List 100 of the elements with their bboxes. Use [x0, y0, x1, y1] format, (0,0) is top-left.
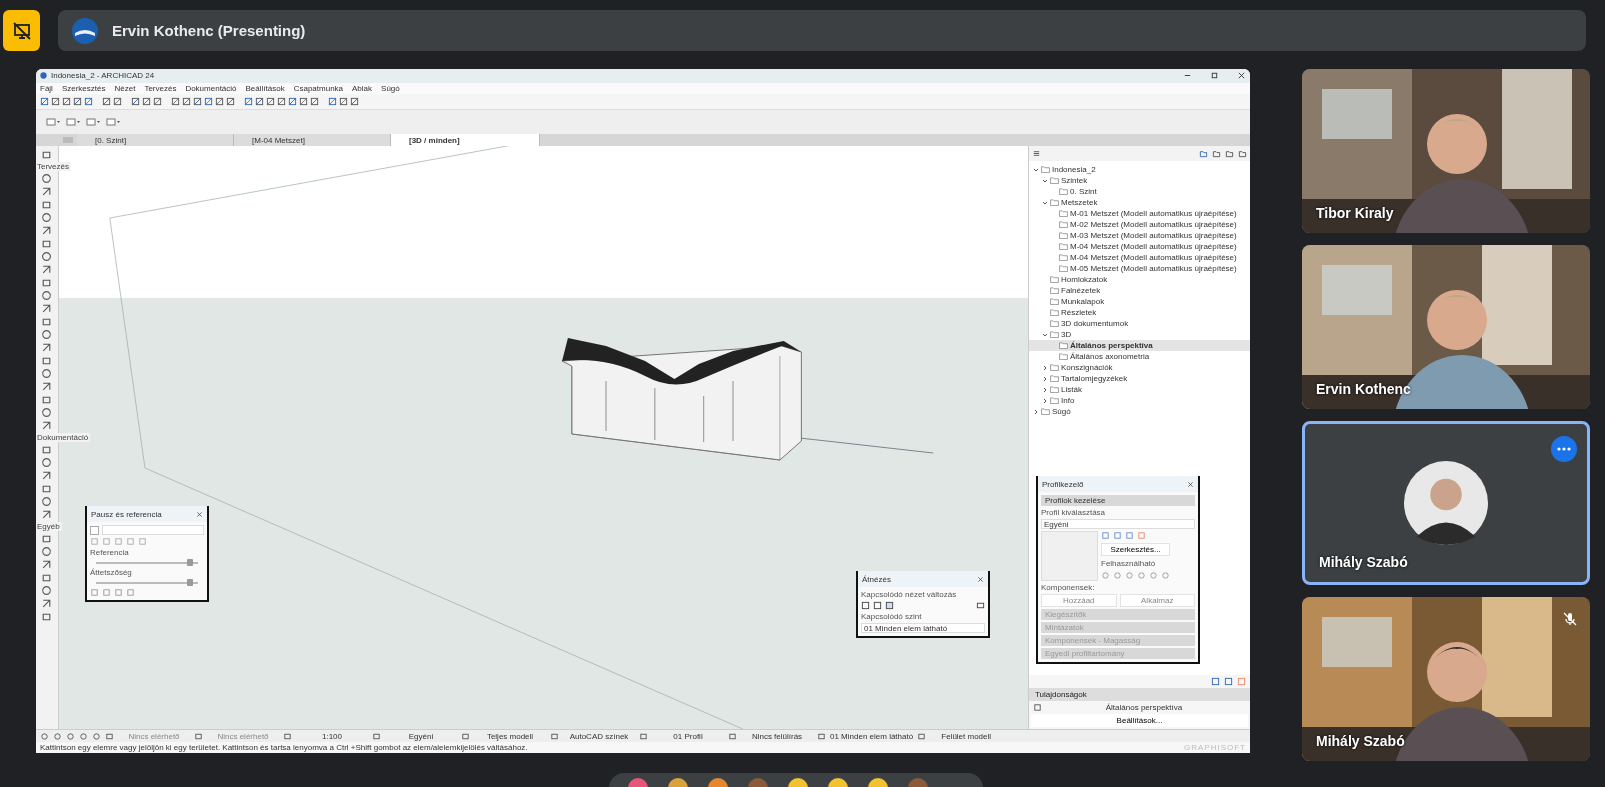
tool-icon[interactable] — [41, 225, 52, 237]
tool-icon[interactable] — [41, 394, 52, 406]
edit-button[interactable]: Szerkesztés... — [1101, 543, 1170, 557]
tool-icon[interactable] — [41, 212, 52, 224]
toolbar-icon[interactable] — [288, 97, 297, 107]
toolbar-icon[interactable] — [40, 97, 49, 107]
collapsed-chevron-icon[interactable] — [1033, 408, 1039, 415]
apply-button[interactable]: Alkalmaz — [1119, 594, 1195, 608]
toolbar-icon[interactable] — [131, 97, 140, 107]
view-setting-dropdown[interactable]: Nincs felülírás — [741, 731, 813, 741]
tool-icon[interactable] — [41, 173, 52, 185]
tool-icon[interactable] — [41, 585, 52, 597]
menu-item[interactable]: Fájl — [40, 84, 53, 94]
dropdown-field[interactable]: 01 Minden elem látható — [861, 623, 985, 634]
tool-icon[interactable] — [41, 611, 52, 623]
restore-icon[interactable] — [1210, 71, 1219, 81]
toolbar-icon[interactable] — [153, 97, 162, 107]
expanded-chevron-icon[interactable] — [1042, 177, 1048, 184]
tool-icon[interactable] — [41, 509, 52, 521]
settings-button[interactable]: Beállítások... — [1031, 714, 1248, 728]
toolbar-icon[interactable] — [142, 97, 151, 107]
menu-item[interactable]: Nézet — [114, 84, 136, 94]
toolbar-icon[interactable] — [244, 97, 253, 107]
tool-icon[interactable] — [41, 355, 52, 367]
toolbar-icon[interactable] — [86, 116, 100, 127]
toolbar-icon[interactable] — [299, 97, 308, 107]
tool-icon[interactable] — [41, 290, 52, 302]
slider-thumb[interactable] — [186, 579, 193, 587]
toolbar-icon[interactable] — [193, 97, 202, 107]
toolbar-icon[interactable] — [171, 97, 180, 107]
toolbar-icon[interactable] — [266, 97, 275, 107]
view-setting-dropdown[interactable]: 1:100 — [296, 731, 368, 741]
toolbar-icon[interactable] — [73, 97, 82, 107]
participant-tile[interactable]: Mihály Szabó — [1302, 597, 1590, 761]
tool-icon[interactable] — [41, 546, 52, 558]
tool-icon[interactable] — [41, 457, 52, 469]
close-icon[interactable] — [977, 575, 984, 583]
view-setting-dropdown[interactable]: 01 Minden elem látható — [830, 731, 914, 741]
close-icon[interactable] — [196, 510, 203, 518]
toolbar-icon[interactable] — [46, 116, 60, 127]
tree-item[interactable]: M-04 Metszet (Modell automatikus újraépítése) — [1029, 241, 1250, 253]
tool-icon[interactable] — [41, 572, 52, 584]
collapsed-chevron-icon[interactable] — [1042, 364, 1048, 371]
toolbar-icon[interactable] — [102, 97, 111, 107]
tree-item[interactable]: Részletek — [1029, 307, 1250, 319]
properties-header[interactable]: Tulajdonságok — [1029, 688, 1250, 702]
toolbar-icon[interactable] — [255, 97, 264, 107]
menu-item[interactable]: Dokumentáció — [185, 84, 237, 94]
menu-item[interactable]: Beállítások — [245, 84, 285, 94]
tool-icon[interactable] — [41, 368, 52, 380]
tree-item[interactable]: Súgó — [1029, 406, 1250, 418]
menu-item[interactable]: Súgó — [381, 84, 400, 94]
tree-item[interactable]: Tartalomjegyzékek — [1029, 373, 1250, 385]
tree-item[interactable]: 0. Szint — [1029, 186, 1250, 198]
view-setting-dropdown[interactable]: 01 Profil — [652, 731, 724, 741]
tree-item[interactable]: M-01 Metszet (Modell automatikus újraépítése) — [1029, 208, 1250, 220]
tree-item[interactable]: 3D — [1029, 329, 1250, 341]
tool-icon[interactable] — [41, 251, 52, 263]
checkbox[interactable] — [90, 525, 99, 535]
view-setting-dropdown[interactable]: Teljes modell — [474, 731, 546, 741]
tree-item[interactable]: M-02 Metszet (Modell automatikus újraépítése) — [1029, 219, 1250, 231]
menu-item[interactable]: Csapatmunka — [293, 84, 344, 94]
menu-item[interactable]: Szerkesztés — [61, 84, 106, 94]
navigator-menu-icon[interactable] — [1032, 149, 1041, 159]
dropdown-field[interactable] — [102, 525, 204, 536]
expanded-chevron-icon[interactable] — [1042, 331, 1048, 338]
palette-tool-icon[interactable] — [976, 601, 985, 611]
tool-icon[interactable] — [41, 149, 52, 161]
tool-icon[interactable] — [41, 316, 52, 328]
tree-item[interactable]: Metszetek — [1029, 197, 1250, 209]
menu-item[interactable]: Ablak — [352, 84, 373, 94]
section-header[interactable]: Profilok kezelése — [1041, 495, 1195, 507]
slider-thumb[interactable] — [186, 559, 193, 567]
tool-icon[interactable] — [41, 277, 52, 289]
tool-icon[interactable] — [41, 496, 52, 508]
tool-icon[interactable] — [41, 483, 52, 495]
view-setting-dropdown[interactable]: Felület modell — [930, 731, 1003, 741]
tool-icon[interactable] — [41, 533, 52, 545]
view-setting-dropdown[interactable]: Egyéni — [385, 731, 457, 741]
close-icon[interactable] — [1187, 480, 1194, 488]
tree-item[interactable]: M-04 Metszet (Modell automatikus újraépítése) — [1029, 252, 1250, 264]
menu-item[interactable]: Tervezés — [144, 84, 177, 94]
toolbar-icon[interactable] — [215, 97, 224, 107]
tool-icon[interactable] — [41, 420, 52, 432]
tool-icon[interactable] — [41, 264, 52, 276]
toolbar-icon[interactable] — [51, 97, 60, 107]
collapsed-chevron-icon[interactable] — [1042, 375, 1048, 382]
tree-item[interactable]: Info — [1029, 395, 1250, 407]
close-icon[interactable] — [1237, 71, 1246, 81]
expanded-chevron-icon[interactable] — [1042, 199, 1048, 206]
add-button[interactable]: Hozzáad — [1041, 594, 1117, 608]
more-options-button[interactable] — [1551, 436, 1577, 462]
toolbar-icon[interactable] — [339, 97, 348, 107]
expanded-chevron-icon[interactable] — [1033, 166, 1039, 173]
tree-item[interactable]: 3D dokumentumok — [1029, 318, 1250, 330]
toolbar-icon[interactable] — [182, 97, 191, 107]
tool-icon[interactable] — [41, 199, 52, 211]
tree-item[interactable]: Szintek — [1029, 175, 1250, 187]
tree-item[interactable]: Homlokzatok — [1029, 274, 1250, 286]
tree-item[interactable]: M-05 Metszet (Modell automatikus újraépítése) — [1029, 263, 1250, 275]
